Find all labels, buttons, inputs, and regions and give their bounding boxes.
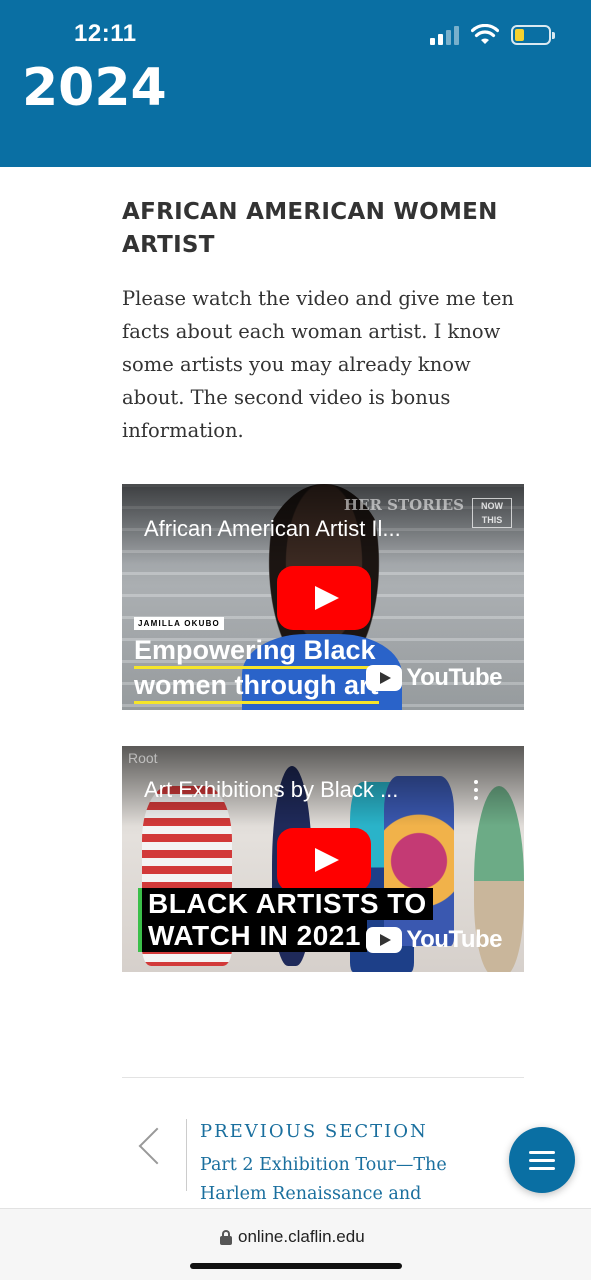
- youtube-logo-text: YouTube: [406, 926, 502, 953]
- article: AFRICAN AMERICAN WOMEN ARTIST Please wat…: [122, 196, 524, 447]
- youtube-mini-icon: [366, 927, 403, 953]
- battery-icon: [511, 25, 555, 45]
- video-caption-line: women through art: [134, 669, 379, 704]
- article-title: AFRICAN AMERICAN WOMEN ARTIST: [122, 199, 498, 258]
- hamburger-menu-icon-bar: [529, 1159, 555, 1162]
- app-header: 12:11 2024: [0, 0, 591, 167]
- menu-button[interactable]: [509, 1127, 575, 1193]
- video-title[interactable]: African American Artist Il...: [144, 516, 401, 542]
- brand-mark: Root: [128, 750, 158, 766]
- previous-section-title[interactable]: Part 2 Exhibition Tour—The Harlem Renais…: [200, 1151, 512, 1209]
- wifi-icon: [471, 24, 499, 44]
- brand-mark: NOW THIS: [472, 498, 512, 528]
- video-embed[interactable]: Root Art Exhibitions by Black ... BLACK …: [122, 746, 524, 972]
- youtube-logo[interactable]: YouTube: [366, 664, 502, 692]
- youtube-logo[interactable]: YouTube: [366, 926, 502, 954]
- name-tag: JAMILLA OKUBO: [134, 617, 224, 630]
- more-options-icon[interactable]: [474, 780, 478, 804]
- lock-icon: [220, 1230, 232, 1245]
- hamburger-menu-icon: [529, 1151, 555, 1154]
- video-caption: Empowering Black women through art: [134, 634, 379, 704]
- previous-section-link[interactable]: PREVIOUS SECTION Part 2 Exhibition Tour—…: [122, 1117, 542, 1204]
- page-title: 2024: [22, 58, 167, 118]
- nav-separator: [186, 1119, 187, 1191]
- status-time: 12:11: [74, 20, 137, 47]
- previous-section-label[interactable]: PREVIOUS SECTION: [200, 1121, 428, 1142]
- video-caption-line: BLACK ARTISTS TO: [138, 888, 433, 920]
- hamburger-menu-icon-bar: [529, 1167, 555, 1170]
- article-body: Please watch the video and give me ten f…: [122, 287, 514, 442]
- browser-url-bar[interactable]: online.claflin.edu: [0, 1208, 591, 1280]
- signal-icon: [430, 25, 459, 45]
- youtube-mini-icon: [366, 665, 403, 691]
- home-indicator[interactable]: [190, 1263, 402, 1269]
- brand-mark-text: NOW THIS: [481, 501, 503, 525]
- youtube-logo-text: YouTube: [406, 664, 502, 691]
- video-caption-line: WATCH IN 2021: [138, 920, 367, 952]
- series-mark: HER STORIES: [343, 496, 464, 514]
- chevron-left-icon[interactable]: [138, 1127, 176, 1165]
- video-caption-line: Empowering Black: [134, 634, 376, 669]
- status-icons: [430, 22, 555, 48]
- youtube-play-icon[interactable]: [277, 566, 371, 630]
- youtube-play-icon[interactable]: [277, 828, 371, 892]
- url-text[interactable]: online.claflin.edu: [238, 1227, 365, 1247]
- video-embed[interactable]: HER STORIES NOW THIS African American Ar…: [122, 484, 524, 710]
- section-divider: [122, 1077, 524, 1078]
- video-title[interactable]: Art Exhibitions by Black ...: [144, 777, 398, 803]
